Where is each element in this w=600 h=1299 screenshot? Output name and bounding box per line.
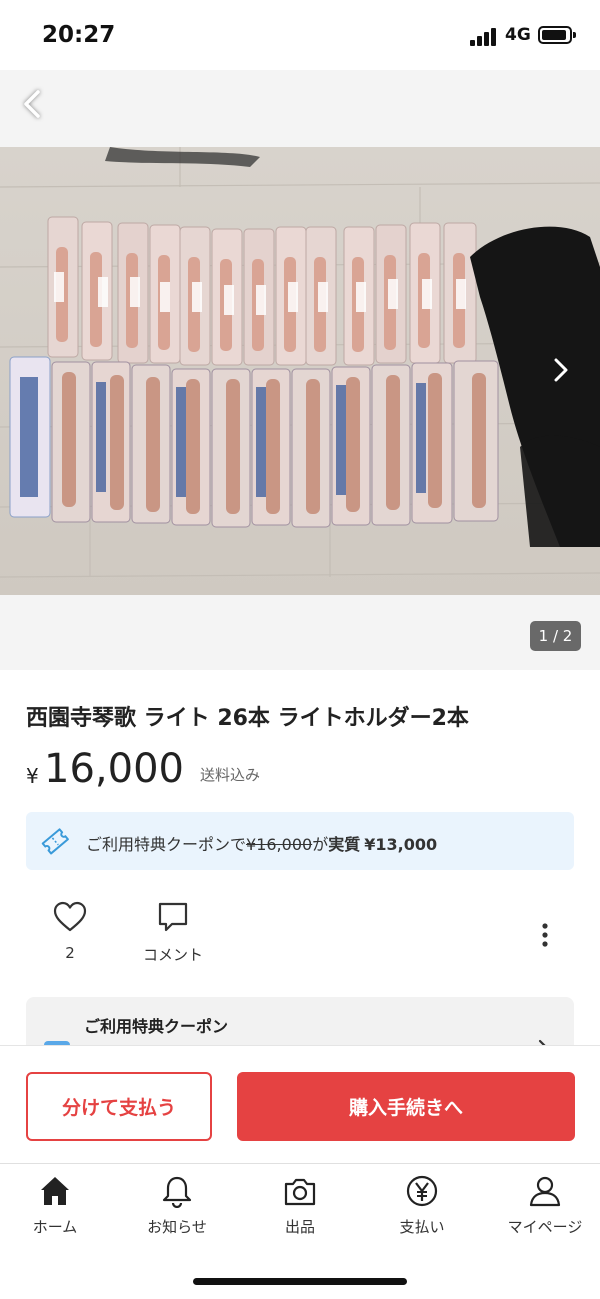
purchase-button[interactable]: 購入手続きへ xyxy=(237,1072,575,1141)
item-actions: 2 コメント xyxy=(0,900,600,970)
battery-icon xyxy=(538,26,576,44)
camera-icon xyxy=(284,1178,316,1206)
chevron-right-icon xyxy=(554,358,568,382)
back-button[interactable] xyxy=(14,84,54,124)
heart-icon xyxy=(53,901,87,932)
currency-symbol: ¥ xyxy=(26,764,39,788)
purchase-bar: 分けて支払う 購入手続きへ xyxy=(0,1045,600,1163)
photo-counter: 1 / 2 xyxy=(530,621,581,651)
coupon-middle: が xyxy=(312,835,329,854)
more-options-button[interactable] xyxy=(530,920,560,950)
signal-icon xyxy=(470,28,498,46)
like-button[interactable]: 2 xyxy=(50,900,90,962)
home-icon xyxy=(41,1177,69,1205)
status-time: 20:27 xyxy=(42,22,116,48)
coupon-card-title: ご利用特典クーポン xyxy=(84,1017,229,1036)
tab-label: ホーム xyxy=(32,1218,78,1236)
comment-button[interactable]: コメント xyxy=(130,900,216,965)
tab-label: マイページ xyxy=(507,1218,583,1236)
tab-notifications[interactable]: お知らせ xyxy=(122,1174,232,1237)
coupon-ticket-icon xyxy=(41,828,69,855)
comment-icon xyxy=(158,902,188,932)
tab-label: お知らせ xyxy=(147,1218,207,1236)
bell-icon xyxy=(162,1176,192,1208)
coupon-effective-price: ¥13,000 xyxy=(364,835,438,854)
next-photo-button[interactable] xyxy=(540,350,580,390)
comment-label: コメント xyxy=(142,946,203,964)
yen-icon xyxy=(406,1175,438,1207)
tab-label: 支払い xyxy=(399,1218,445,1236)
item-price: 16,000 xyxy=(44,746,184,792)
tab-mypage[interactable]: マイページ xyxy=(490,1174,600,1237)
tab-label: 出品 xyxy=(284,1218,315,1236)
tab-payment[interactable]: 支払い xyxy=(367,1174,477,1237)
tab-sell[interactable]: 出品 xyxy=(245,1174,355,1237)
item-title: 西園寺琴歌 ライト 26本 ライトホルダー2本 xyxy=(26,706,469,731)
person-icon xyxy=(529,1176,561,1207)
status-bar: 20:27 4G xyxy=(0,0,600,70)
product-photo[interactable] xyxy=(0,147,600,595)
lights-bottom-row xyxy=(9,356,499,528)
split-payment-button[interactable]: 分けて支払う xyxy=(26,1072,212,1141)
network-type: 4G xyxy=(505,25,531,45)
coupon-effective-label: 実質 xyxy=(328,835,361,854)
shipping-label: 送料込み xyxy=(200,766,261,784)
coupon-banner[interactable]: ご利用特典クーポンで¥16,000が実質 ¥13,000 xyxy=(26,812,574,870)
more-vertical-icon xyxy=(542,923,548,947)
tab-home[interactable]: ホーム xyxy=(0,1174,110,1237)
like-count: 2 xyxy=(65,944,75,962)
chevron-left-icon xyxy=(24,90,40,118)
home-indicator xyxy=(193,1278,407,1285)
coupon-prefix: ご利用特典クーポンで xyxy=(86,835,247,854)
lights-top-row xyxy=(47,216,477,366)
bottom-tab-bar: ホーム お知らせ 出品 支払い マイページ xyxy=(0,1163,600,1299)
photo-gallery[interactable]: 1 / 2 xyxy=(0,70,600,670)
coupon-original-price: ¥16,000 xyxy=(246,835,313,854)
coupon-banner-text: ご利用特典クーポンで¥16,000が実質 ¥13,000 xyxy=(86,831,437,855)
